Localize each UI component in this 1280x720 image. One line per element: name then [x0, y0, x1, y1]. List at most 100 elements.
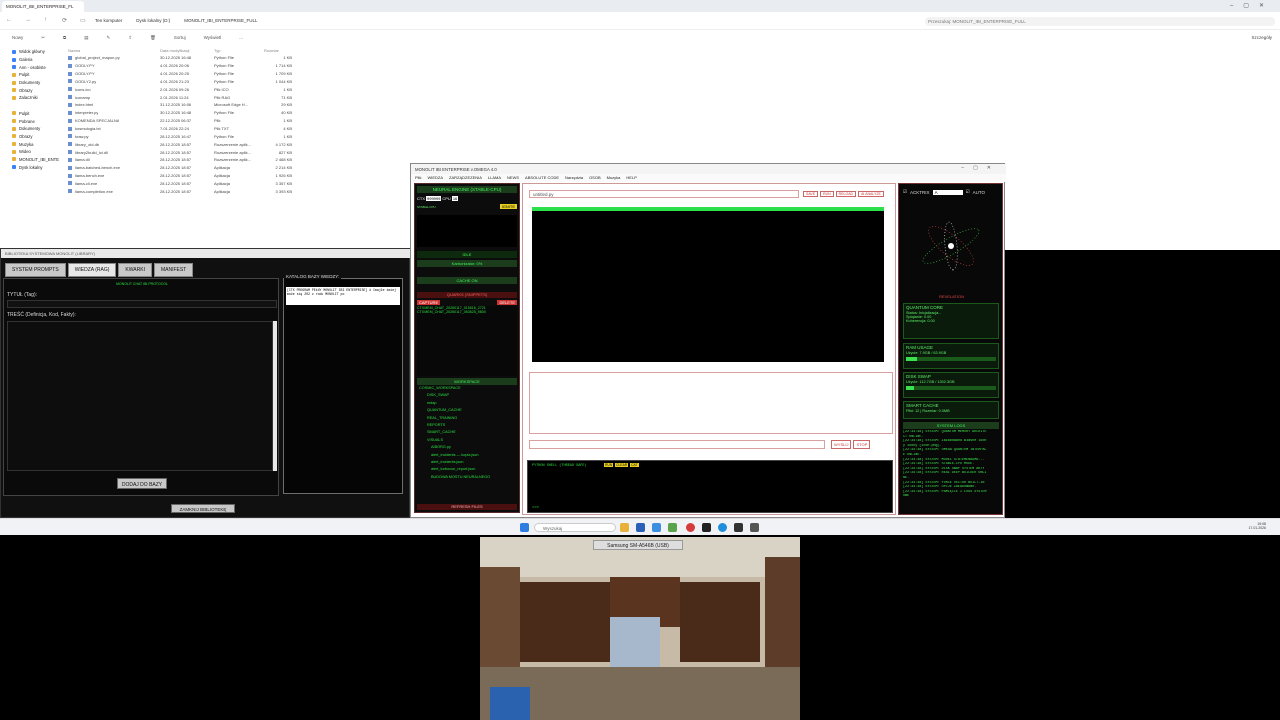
- doc-tab[interactable]: untitled.py: [529, 190, 799, 198]
- sidebar-item[interactable]: Dysk lokalny: [4, 163, 66, 171]
- code-viewer[interactable]: [532, 207, 884, 362]
- view-button[interactable]: Wyświetl: [204, 35, 222, 43]
- delete-icon[interactable]: 🗑: [150, 35, 156, 43]
- app-icon[interactable]: [750, 523, 759, 532]
- cut-icon[interactable]: ✂: [41, 35, 45, 43]
- content-scrollbar[interactable]: [273, 321, 277, 471]
- menu-item[interactable]: NEWS: [507, 175, 519, 181]
- edge-icon[interactable]: [718, 523, 727, 532]
- sort-button[interactable]: Sortuj: [174, 35, 186, 43]
- file-row[interactable]: llama-cli.exe 28.12.2025 18:57 Aplikacja 3 …: [68, 180, 296, 188]
- workspace-item[interactable]: alert_incidents — kopia.json: [417, 452, 517, 459]
- file-explorer-icon[interactable]: [620, 523, 629, 532]
- content-textarea[interactable]: [7, 321, 273, 471]
- sidebar-item[interactable]: Dokumenty: [4, 125, 66, 133]
- file-row[interactable]: iconamp 2.01.2026 11:24 Plik RAG 71 KB: [68, 93, 296, 101]
- menu-item[interactable]: Plik: [415, 175, 421, 181]
- workspace-item[interactable]: alert_incidents.json: [417, 459, 517, 466]
- file-row[interactable]: llama-completion.exe 28.12.2025 18:57 Apli…: [68, 187, 296, 195]
- file-row[interactable]: icons.ico 2.01.2026 09:26 Plik ICO 1 KB: [68, 85, 296, 93]
- menu-item[interactable]: Narzędzia: [565, 175, 583, 181]
- sidebar-item[interactable]: Dokumenty: [4, 79, 66, 87]
- file-row[interactable]: library2build_lol.dll 28.12.2025 18:57 Roz…: [68, 148, 296, 156]
- sidebar-item[interactable]: Zalaczniki: [4, 94, 66, 102]
- file-row[interactable]: interpreter.py 30.12.2025 16:48 Python Fil…: [68, 109, 296, 117]
- window-controls[interactable]: –▢✕: [961, 165, 1000, 171]
- refresh-icon[interactable]: ⟳: [62, 17, 67, 24]
- taskbar-search[interactable]: Wyszukaj: [534, 523, 616, 532]
- workspace-item[interactable]: VISUALS: [417, 437, 517, 444]
- new-button[interactable]: Nowy: [12, 35, 23, 43]
- editor-button[interactable]: AI ANALYZE: [858, 191, 884, 197]
- back-icon[interactable]: ←: [6, 17, 12, 23]
- delete-button[interactable]: DELETE: [497, 300, 517, 305]
- ctx-input[interactable]: 999999: [426, 196, 442, 201]
- workspace-item[interactable]: alert_turbocon_report.json: [417, 466, 517, 473]
- python-shell[interactable]: PYTHON SHELL (THREAD SAFE) RUN CLEAR CAT >…: [527, 460, 893, 513]
- sidebar-item[interactable]: Wideo: [4, 148, 66, 156]
- search-input[interactable]: Przeszukaj: MONOLIT_IBI_ENTERPRISE_FULL: [925, 17, 1275, 26]
- column-header[interactable]: Nazwa: [68, 48, 160, 54]
- workspace-item[interactable]: AIBORG.py: [417, 444, 517, 451]
- workspace-item[interactable]: mdap: [417, 400, 517, 407]
- sidebar-item[interactable]: [4, 102, 66, 110]
- sidebar-item[interactable]: Obrazy: [4, 133, 66, 141]
- system-logs[interactable]: [22:34:38] SYSTEM: QUANTUM MEMORY ARCHIT…: [903, 430, 999, 512]
- menu-item[interactable]: ABSOLUTE CODE: [525, 175, 559, 181]
- file-row[interactable]: GODLY.PY 4.01.2026 20:06 Python File 1 714 …: [68, 62, 296, 70]
- file-row[interactable]: global_project_mapon.py 30.12.2025 16:48 P…: [68, 54, 296, 62]
- ignite-button[interactable]: IGNITE: [499, 204, 517, 209]
- sidebar-item[interactable]: Muzyka: [4, 140, 66, 148]
- file-row[interactable]: KOMENDA SPECJALNA 22.12.2025 06:37 Plik 1 K…: [68, 117, 296, 125]
- sidebar-item[interactable]: Widok główny: [4, 48, 66, 56]
- app-icon[interactable]: [652, 523, 661, 532]
- column-header[interactable]: Typ: [214, 48, 264, 54]
- tab-system-prompts[interactable]: SYSTEM PROMPTS: [5, 263, 66, 277]
- file-row[interactable]: GODLY2.py 4.01.2026 21:23 Python File 1 044…: [68, 78, 296, 86]
- app-icon[interactable]: [636, 523, 645, 532]
- file-row[interactable]: llama.dll 28.12.2025 18:57 Rozszerzenie ap…: [68, 156, 296, 164]
- file-row[interactable]: GODLY.PY 4.01.2026 20:25 Python File 1 709 …: [68, 70, 296, 78]
- editor-button[interactable]: RUN: [820, 191, 834, 197]
- send-button[interactable]: WYŚLIJ: [831, 440, 852, 449]
- file-row[interactable]: llama-batched-bench.exe 28.12.2025 18:57 A…: [68, 164, 296, 172]
- breadcrumb[interactable]: Ten komputer Dysk lokalny (D:) MONOLIT_I…: [95, 18, 258, 23]
- app-icon[interactable]: [734, 523, 743, 532]
- menu-item[interactable]: WIEDZA: [427, 175, 443, 181]
- workspace-item[interactable]: REAL_TRAINING: [417, 415, 517, 422]
- menu-item[interactable]: ZARZĄDZEZENIA: [449, 175, 482, 181]
- refresh-files-button[interactable]: REFRESH FILES: [417, 504, 517, 510]
- explorer-tab[interactable]: MONOLIT_IBI_ENTERPRISE_FL: [2, 1, 84, 12]
- title-input[interactable]: [7, 300, 277, 308]
- menu-item[interactable]: HELP: [626, 175, 636, 181]
- up-icon[interactable]: ↑: [44, 17, 47, 23]
- more-button[interactable]: ...: [239, 35, 243, 43]
- paste-icon[interactable]: ▤: [84, 35, 88, 43]
- sidebar-item[interactable]: Pobrane: [4, 117, 66, 125]
- tab-manifest[interactable]: MANIFEST: [153, 263, 194, 277]
- capture-button[interactable]: CAPTURE: [417, 300, 441, 305]
- tab-kwarki[interactable]: KWARKI: [118, 263, 152, 277]
- file-row[interactable]: kraw.py 28.12.2025 16:47 Python File 1 KB: [68, 132, 296, 140]
- workspace-item[interactable]: QUANTUM_CACHE: [417, 407, 517, 414]
- editor-button[interactable]: RELOAD: [835, 191, 857, 197]
- shell-button[interactable]: RUN: [604, 463, 614, 467]
- chat-input[interactable]: [529, 440, 825, 449]
- auto-checkbox[interactable]: ☑: [966, 189, 970, 195]
- menu-item[interactable]: LLAMA: [488, 175, 501, 181]
- sidebar-item[interactable]: Pulpit: [4, 110, 66, 118]
- sidebar-item[interactable]: Galeria: [4, 56, 66, 64]
- sidebar-item[interactable]: Ann - osobiste: [4, 63, 66, 71]
- rename-icon[interactable]: ✎: [107, 35, 111, 43]
- forward-icon[interactable]: →: [25, 17, 31, 23]
- breadcrumb-item[interactable]: MONOLIT_IBI_ENTERPRISE_FULL: [184, 18, 257, 23]
- workspace-item[interactable]: BUDOWA MOSTU NEURALNEGO: [417, 474, 517, 481]
- editor-button[interactable]: SAVE: [803, 191, 819, 197]
- share-icon[interactable]: ⇪: [128, 35, 132, 43]
- details-button[interactable]: Szczegóły: [1251, 35, 1272, 40]
- acktrix-input[interactable]: A: [932, 189, 963, 195]
- workspace-item[interactable]: COSMIC_WORKSPACE: [417, 385, 517, 392]
- file-row[interactable]: llama-bench.exe 28.12.2025 18:57 Aplikacja…: [68, 172, 296, 180]
- cache-on-button[interactable]: CACHE ON: [417, 277, 517, 284]
- add-to-base-button[interactable]: DODAJ DO BAZY: [117, 478, 167, 489]
